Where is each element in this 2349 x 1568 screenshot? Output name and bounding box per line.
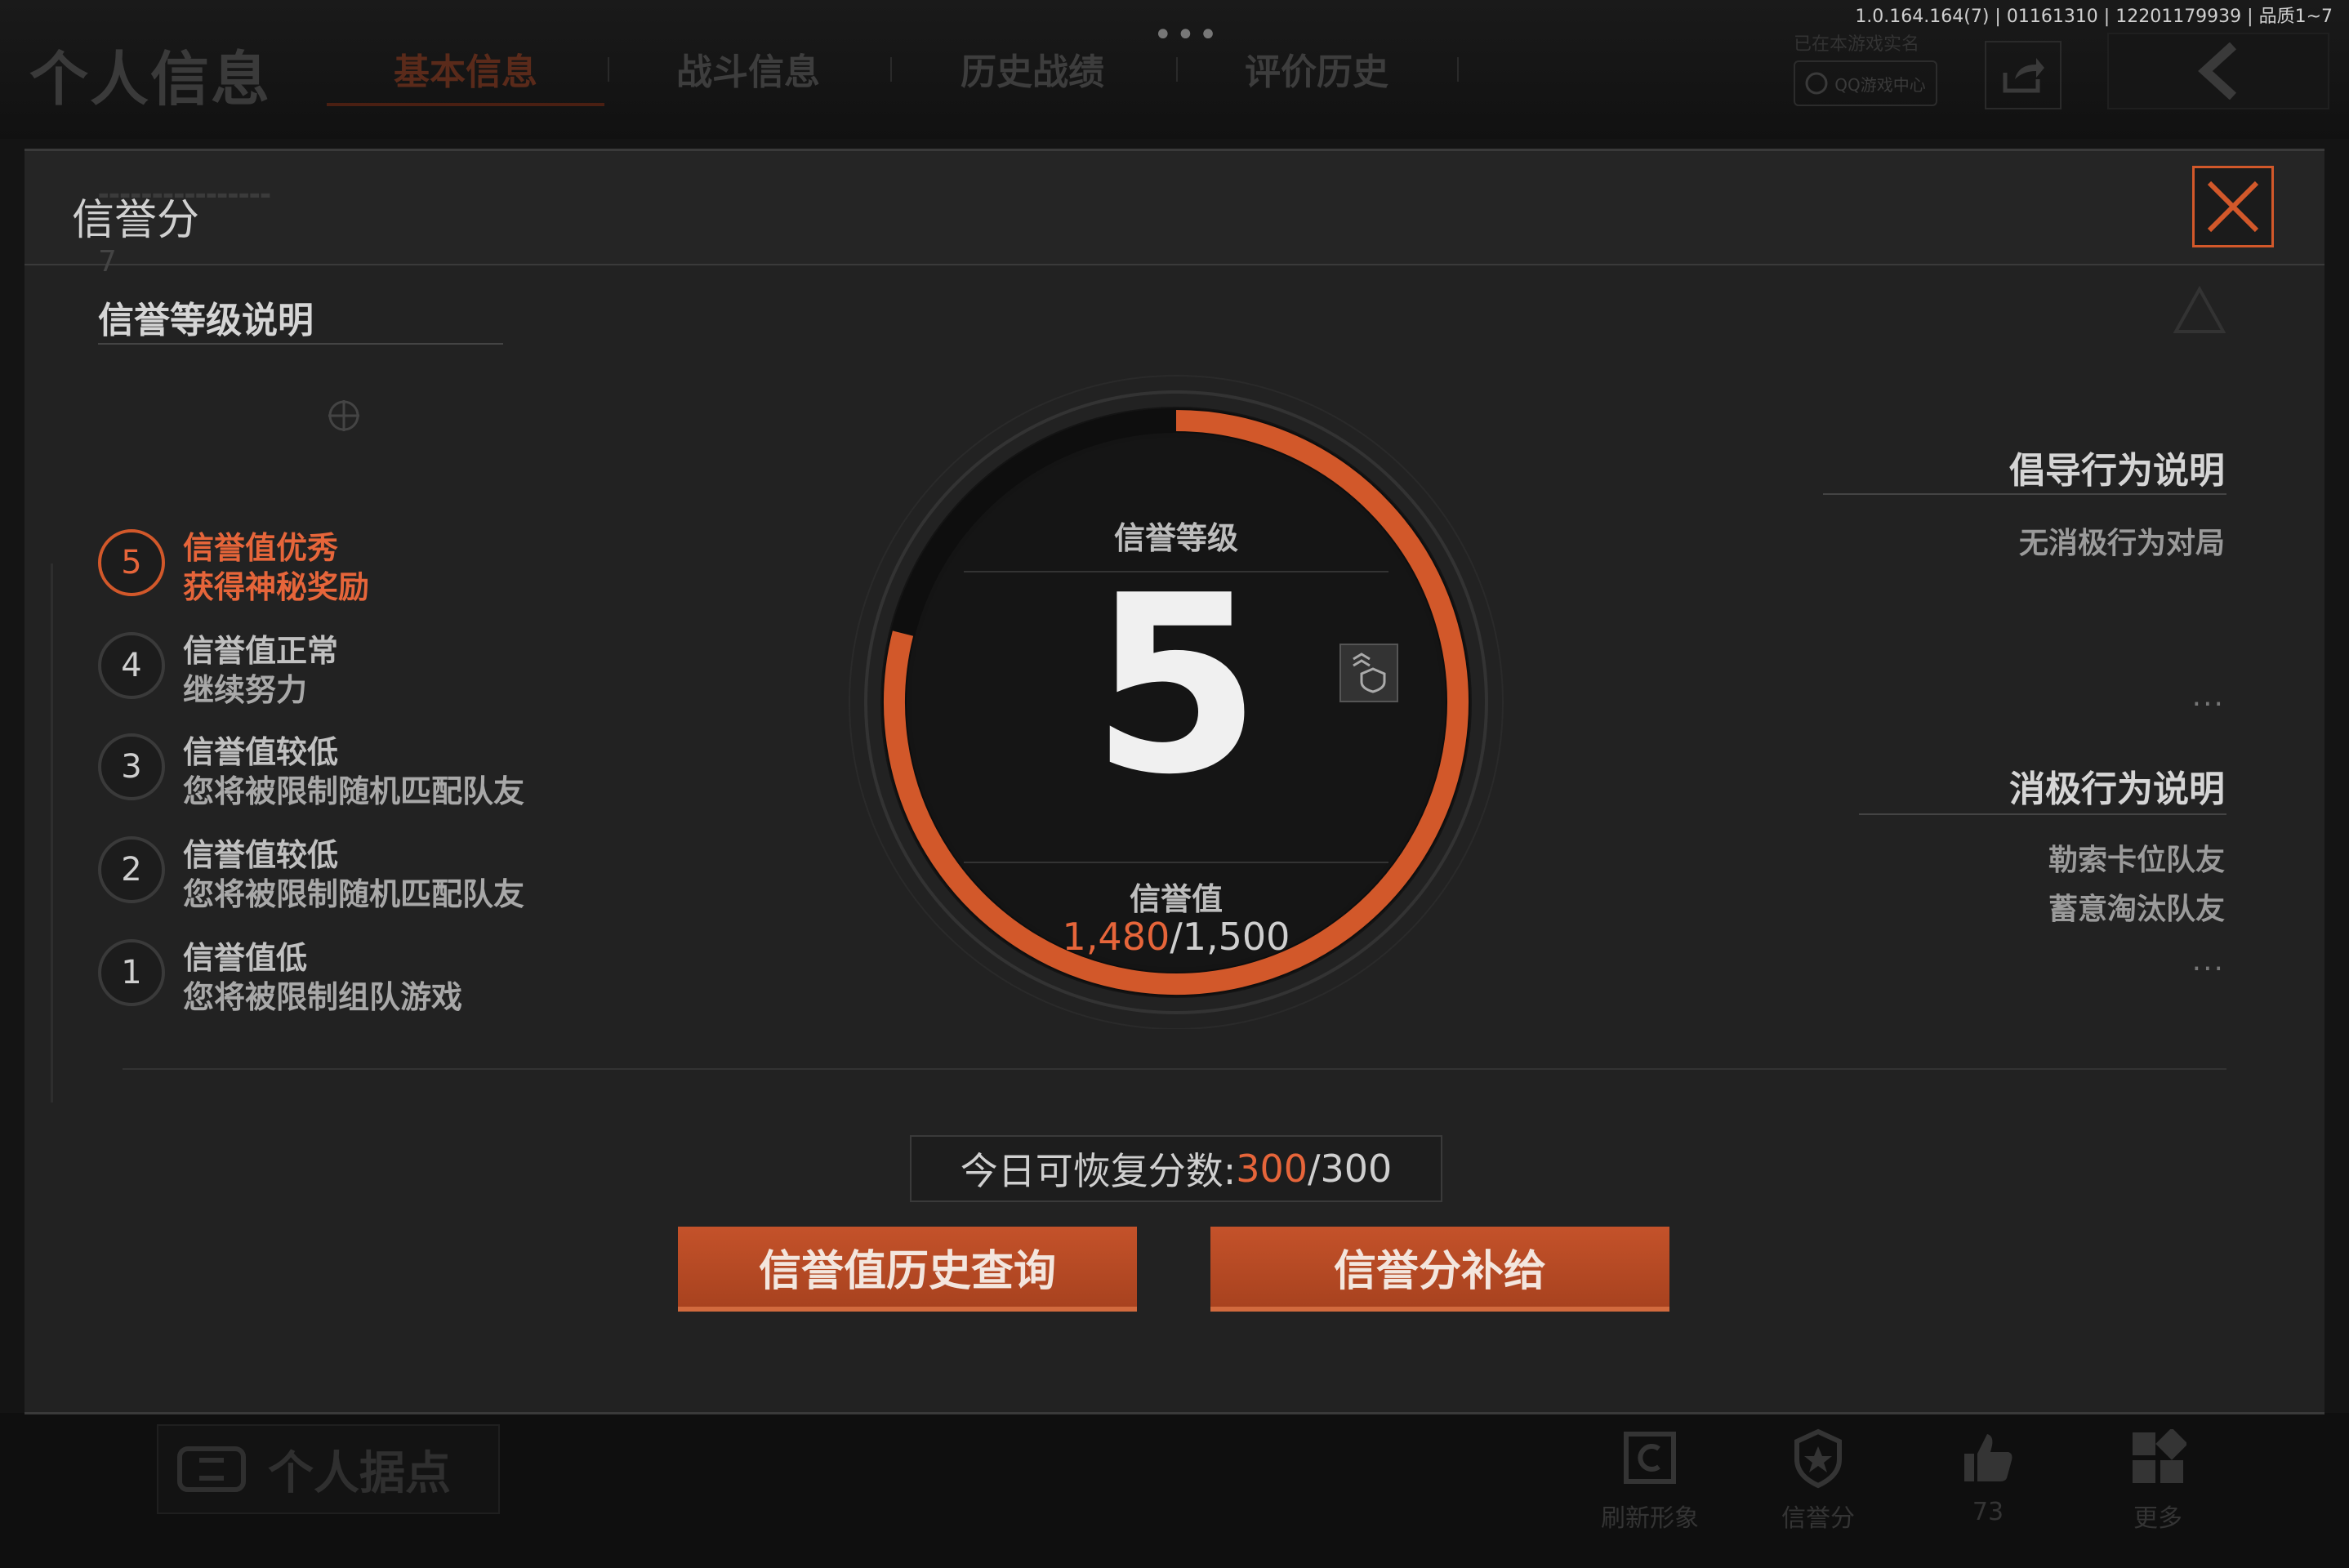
daily-recover-max: /300 [1308,1147,1393,1191]
level-number-badge: 1 [98,939,165,1006]
personal-base-button[interactable]: 个人据点 [157,1424,500,1514]
credit-score-current: 1,480 [1062,915,1170,959]
level-title: 信誉值较低 [183,837,339,873]
tab-history-record[interactable]: 历史战绩 [894,42,1171,95]
refresh-appearance-label: 刷新形象 [1601,1504,1699,1533]
more-label: 更多 [2133,1504,2182,1533]
negative-behavior-item: 勒索卡位队友 [2048,844,2225,877]
credit-level-heading: 信誉等级说明 [98,300,314,341]
level-description: 获得神秘奖励 [183,569,370,605]
daily-recover-current: 300 [1236,1147,1308,1191]
level-title: 信誉值正常 [183,633,339,669]
chevron-left-icon [2198,42,2237,100]
heading-underline [1859,813,2226,815]
credit-level-item: 5 信誉值优秀 获得神秘奖励 [98,523,572,614]
credit-level-item: 3 信誉值较低 您将被限制随机匹配队友 [98,727,572,818]
close-icon [2207,180,2259,233]
daily-recover-box: 今日可恢复分数: 300/300 [910,1135,1442,1202]
more-dots: ... [2191,944,2225,978]
close-button[interactable] [2192,166,2274,247]
back-button[interactable] [2107,33,2329,109]
left-side-line [51,564,53,1102]
negative-behavior-item: 蓄意淘汰队友 [2048,893,2225,926]
more-dots-icon[interactable]: ••• [1153,16,1221,54]
refresh-appearance-button[interactable]: 刷新形象 [1593,1421,1707,1534]
level-number-badge: 4 [98,632,165,699]
credit-score-readout: 1,480/1,500 [972,915,1380,959]
credit-score-button[interactable]: 信誉分 [1761,1421,1875,1534]
level-description: 继续努力 [183,672,308,708]
encouraged-behavior-heading: 倡导行为说明 [2009,450,2225,492]
personal-base-icon [177,1446,246,1492]
verified-text: 已在本游戏实名 [1794,34,1920,55]
dialog-header [25,151,2324,265]
credit-level-item: 4 信誉值正常 继续努力 [98,626,572,717]
qq-button-label: QQ游戏中心 [1834,74,1926,95]
level-number-badge: 3 [98,733,165,800]
left-decoration-text: ▬▬▬▬▬▬▬▬▬▬▬▬▬▬▬▬ [98,189,271,202]
likes-button[interactable]: 73 [1931,1421,2045,1526]
tab-basic-info[interactable]: 基本信息 [327,42,604,106]
content-divider [123,1068,2226,1070]
warning-icon [2173,286,2226,333]
level-number-badge: 5 [98,529,165,596]
thumbs-up-icon [1964,1434,2012,1481]
left-marker-number: 7 [98,245,117,278]
credit-supply-button[interactable]: 信誉分补给 [1210,1227,1669,1312]
level-title: 信誉值低 [183,940,308,976]
daily-recover-label: 今日可恢复分数: [960,1149,1237,1193]
credit-badge-icon [1794,1428,1842,1489]
tab-divider [890,57,892,82]
likes-count: 73 [1972,1498,2004,1526]
version-info: 1.0.164.164(7) | 01161310 | 12201179939 … [1855,7,2333,27]
level-description: 您将被限制随机匹配队友 [183,773,525,809]
heading-underline [1823,493,2226,495]
share-icon [2003,58,2044,93]
negative-behavior-heading: 消极行为说明 [2009,768,2225,810]
credit-level-value: 5 [1090,543,1262,828]
credit-score-label: 信誉值 [1129,881,1223,917]
encouraged-behavior-item: 无消极行为对局 [2018,527,2225,560]
personal-base-label: 个人据点 [268,1446,451,1500]
rank-insignia-icon [1339,644,1398,702]
page-title: 个人信息 [29,45,272,114]
qq-icon [1805,72,1828,95]
refresh-icon [1624,1432,1676,1484]
credit-level-item: 1 信誉值低 您将被限制组队游戏 [98,933,572,1024]
heading-underline [98,343,503,345]
tab-divider [1457,57,1459,82]
grid-more-icon [2133,1429,2186,1483]
qq-game-center-button[interactable]: QQ游戏中心 [1794,60,1937,106]
credit-history-button[interactable]: 信誉值历史查询 [678,1227,1137,1312]
credit-score-label: 信誉分 [1781,1504,1855,1533]
credit-score-max: /1,500 [1170,915,1290,959]
level-description: 您将被限制组队游戏 [183,979,463,1015]
level-number-badge: 2 [98,836,165,903]
share-button[interactable] [1985,41,2062,109]
more-dots: ... [2191,679,2225,713]
credit-level-item: 2 信誉值较低 您将被限制随机匹配队友 [98,830,572,921]
level-title: 信誉值优秀 [183,530,339,566]
level-description: 您将被限制随机匹配队友 [183,876,525,912]
crosshair-icon [328,400,359,431]
more-button[interactable]: 更多 [2101,1421,2215,1534]
level-title: 信誉值较低 [183,734,339,770]
tab-battle-info[interactable]: 战斗信息 [609,42,887,95]
